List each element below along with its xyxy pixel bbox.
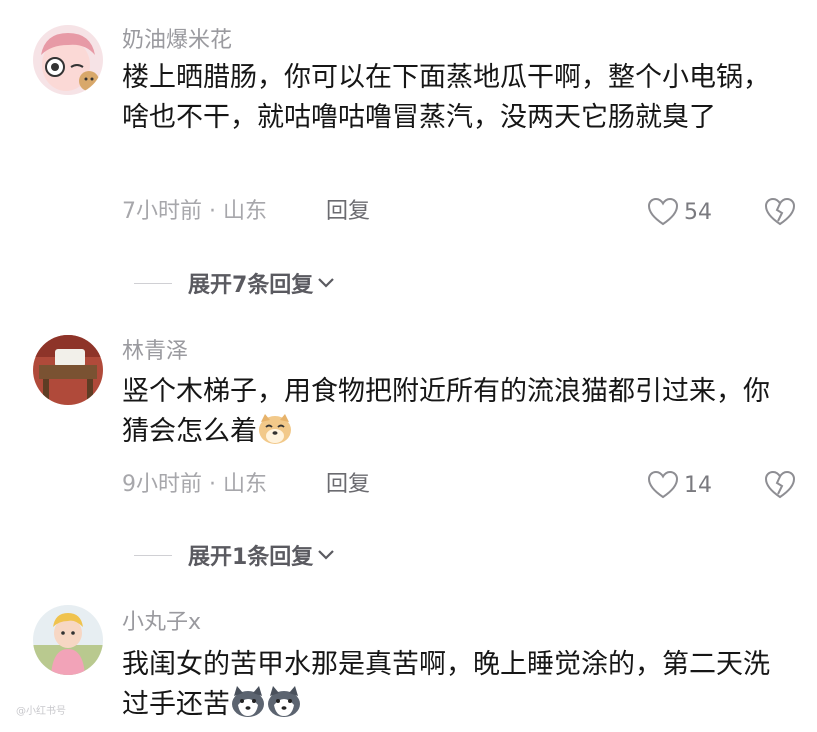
heart-icon[interactable] xyxy=(647,470,679,500)
husky-emoji-icon xyxy=(268,686,300,717)
comment-text: 竖个木梯子，用食物把附近所有的流浪猫都引过来，你猜会怎么着 xyxy=(122,372,792,452)
comment-text: 楼上晒腊肠，你可以在下面蒸地瓜干啊，整个小电锅，啥也不干，就咕噜咕噜冒蒸汽，没两… xyxy=(122,62,770,133)
username[interactable]: 小丸子x xyxy=(122,610,201,636)
reply-button[interactable]: 回复 xyxy=(326,472,370,498)
like-count: 54 xyxy=(684,200,712,225)
doge-emoji-icon xyxy=(259,414,291,444)
watermark: @小红书号 xyxy=(16,706,66,717)
username[interactable]: 林青泽 xyxy=(122,339,188,365)
broken-heart-icon[interactable] xyxy=(764,470,796,500)
reply-button[interactable]: 回复 xyxy=(326,199,370,225)
expand-replies-label: 展开1条回复 xyxy=(188,545,314,570)
comment-text: 我闺女的苦甲水那是真苦啊，晚上睡觉涂的，第二天洗过手还苦 xyxy=(122,645,792,725)
timestamp-location: 7小时前 · 山东 xyxy=(122,199,267,224)
expand-replies-button[interactable]: 展开1条回复 xyxy=(134,540,335,570)
divider xyxy=(134,282,172,284)
broken-heart-icon[interactable] xyxy=(764,197,796,227)
heart-icon[interactable] xyxy=(647,197,679,227)
husky-emoji-icon xyxy=(232,686,264,717)
avatar[interactable] xyxy=(33,335,103,405)
divider xyxy=(134,554,172,556)
timestamp-location: 9小时前 · 山东 xyxy=(122,472,267,497)
username[interactable]: 奶油爆米花 xyxy=(122,28,232,54)
comment-text-content: 我闺女的苦甲水那是真苦啊，晚上睡觉涂的，第二天洗过手还苦 xyxy=(122,649,770,720)
comment-text-content: 竖个木梯子，用食物把附近所有的流浪猫都引过来，你猜会怎么着 xyxy=(122,376,770,447)
chevron-down-icon xyxy=(318,550,335,560)
expand-replies-label: 展开7条回复 xyxy=(188,273,314,298)
avatar[interactable] xyxy=(33,25,103,95)
avatar[interactable] xyxy=(33,605,103,675)
like-count: 14 xyxy=(684,473,712,498)
expand-replies-button[interactable]: 展开7条回复 xyxy=(134,268,335,298)
chevron-down-icon xyxy=(318,278,335,288)
